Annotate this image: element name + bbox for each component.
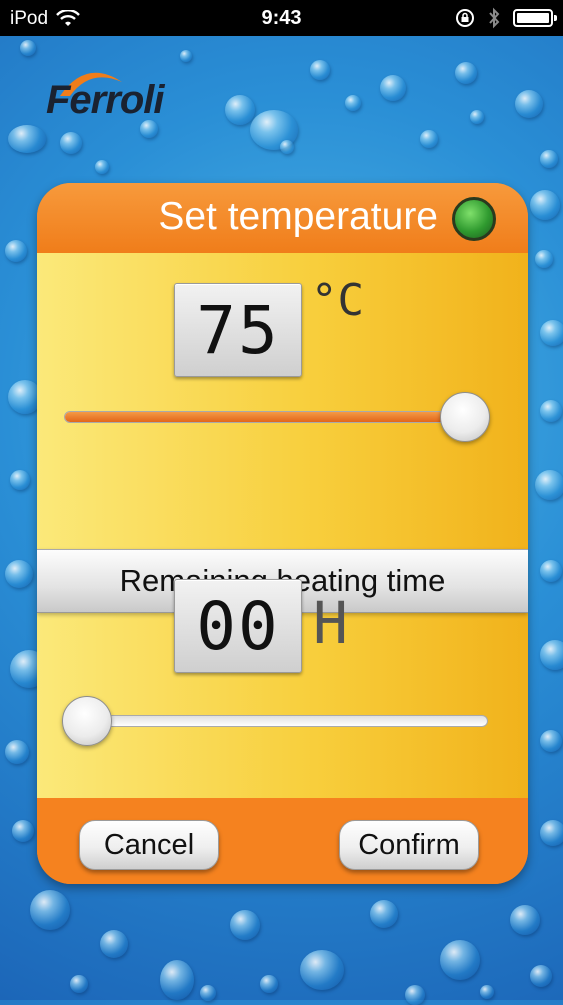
water-drop [70,975,88,993]
water-drop [510,905,540,935]
water-drop [160,960,194,1000]
water-drop [480,985,494,999]
status-right [455,7,557,29]
water-drop [8,125,46,153]
status-bar: iPod 9:43 [0,0,563,36]
water-drop [405,985,425,1005]
set-temperature-panel: Set temperature 75 °C Remaining heating … [37,183,528,884]
temperature-value: 75 [196,291,280,369]
temperature-slider-fill [65,412,466,422]
status-led-icon [452,197,496,241]
temperature-slider-thumb[interactable] [440,392,490,442]
water-drop [530,190,560,220]
water-drop [280,140,294,154]
cancel-button[interactable]: Cancel [79,820,219,870]
panel-header: Set temperature [37,183,528,253]
heating-time-unit: H [313,589,348,657]
water-drop [515,90,543,118]
water-drop [420,130,438,148]
bluetooth-icon [489,7,500,29]
heating-time-slider-thumb[interactable] [62,696,112,746]
water-drop [540,320,563,346]
water-drop [30,890,70,930]
water-drop [5,560,33,588]
water-drop [540,820,563,846]
heating-time-value: 00 [196,587,280,665]
water-drop [530,965,552,987]
water-drop [540,730,562,752]
water-drop [60,132,82,154]
water-drop [100,930,128,958]
water-drop [540,560,562,582]
water-drop [200,985,216,1001]
ferroli-logo: Ferroli [46,78,164,122]
water-drop [440,940,480,980]
water-drop [12,820,34,842]
temperature-unit: °C [311,275,364,326]
water-drop [180,50,192,62]
temperature-display: 75 [174,283,302,377]
water-drop [10,470,30,490]
heating-time-slider[interactable] [64,715,488,727]
heating-time-display: 00 [174,579,302,673]
water-drop [5,740,29,764]
confirm-button[interactable]: Confirm [339,820,479,870]
rotation-lock-icon [456,9,474,27]
water-drop [260,975,278,993]
temperature-slider[interactable] [64,411,488,423]
water-drop [5,240,27,262]
battery-icon [513,9,557,27]
water-drop [540,150,558,168]
water-drop [230,910,260,940]
water-drop [95,160,109,174]
water-drop [535,470,563,500]
water-drop [380,75,406,101]
water-drop [535,250,553,268]
panel-title: Set temperature [158,195,438,238]
panel-footer: Cancel Confirm [37,798,528,884]
water-drop [455,62,477,84]
water-drop [345,95,361,111]
water-drop [310,60,330,80]
water-drop [370,900,398,928]
water-drop [300,950,344,990]
water-drop [540,400,562,422]
water-drop [540,640,563,670]
water-drop [225,95,255,125]
water-drop [20,40,36,56]
panel-body: 75 °C Remaining heating time 00 H [37,253,528,798]
water-drop [470,110,484,124]
